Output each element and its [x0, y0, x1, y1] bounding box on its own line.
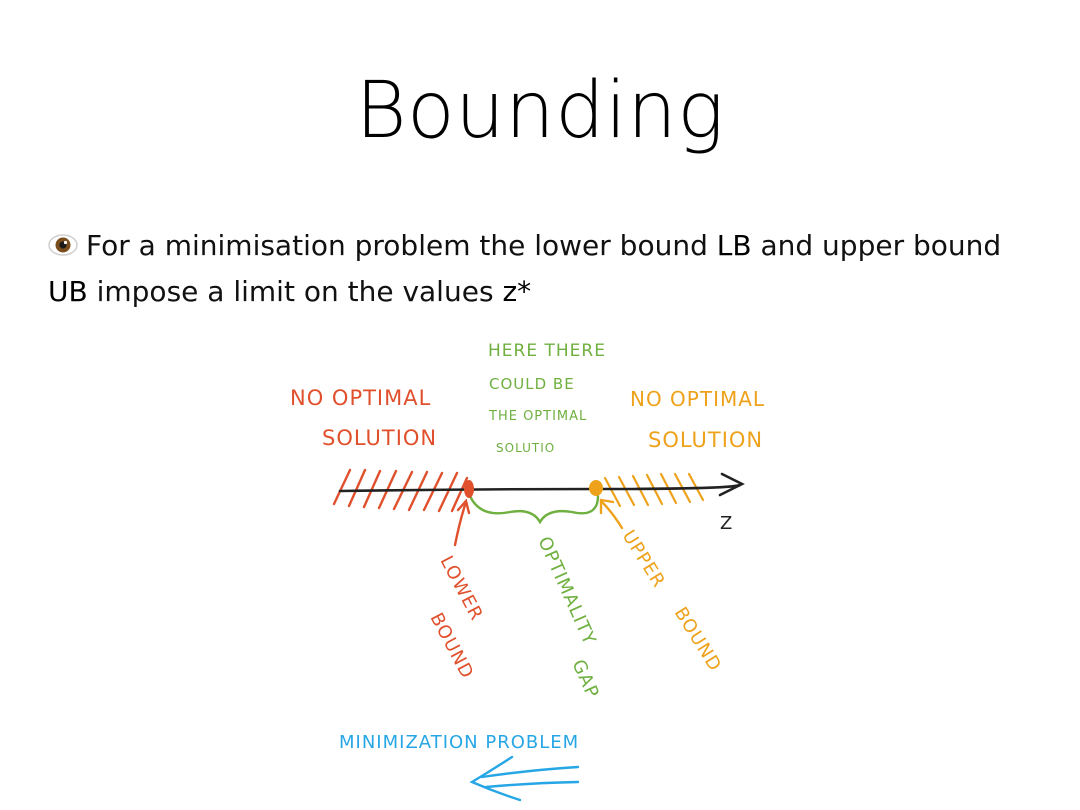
gap-line-1: Optimality: [533, 533, 600, 648]
upper-bound-label: Upper Bound: [618, 527, 726, 676]
middle-label-line-2: could be: [489, 375, 575, 393]
slide-title: Bounding: [355, 66, 725, 156]
lower-bound-arrow: [453, 498, 471, 547]
axis-label-z: Z: [720, 513, 733, 534]
left-no-optimal-label: No optimal Solution: [290, 386, 437, 450]
z-star-term: z*: [502, 275, 532, 308]
optimality-gap-brace: [468, 494, 600, 525]
left-label-line-2: Solution: [322, 426, 437, 450]
lower-bound-label: Lower Bound: [426, 552, 488, 682]
bullet-text-3: impose a limit on the values: [87, 275, 503, 308]
upper-bound-line-2: Bound: [670, 604, 726, 676]
middle-label-line-1: Here there: [488, 341, 606, 361]
lb-term: LB: [716, 229, 752, 262]
middle-label-line-3: the optimal: [488, 409, 587, 424]
bullet-point: For a minimisation problem the lower bou…: [48, 223, 1038, 315]
bullet-text-2: and upper bound: [751, 229, 1002, 262]
left-label-line-1: No optimal: [290, 386, 431, 410]
ub-term: UB: [48, 275, 88, 308]
optimality-gap-label: Optimality Gap: [533, 533, 603, 701]
eye-icon: [48, 234, 78, 256]
right-no-optimal-label: No optimal Solution: [630, 387, 765, 452]
upper-bound-line-1: Upper: [618, 527, 670, 592]
right-label-line-1: No optimal: [630, 387, 765, 411]
bullet-text-1: For a minimisation problem the lower bou…: [86, 229, 717, 262]
right-label-line-2: Solution: [648, 428, 763, 452]
gap-line-2: Gap: [567, 656, 603, 701]
bounding-diagram: No optimal Solution Here there could be …: [290, 341, 765, 802]
upper-bound-marker: [589, 480, 603, 496]
middle-label: Here there could be the optimal solutio: [488, 341, 606, 455]
middle-label-line-4: solutio: [496, 441, 555, 455]
direction-arrow: [469, 755, 580, 802]
lower-bound-marker: [464, 480, 474, 498]
minimization-problem-label: Minimization problem: [339, 732, 579, 753]
